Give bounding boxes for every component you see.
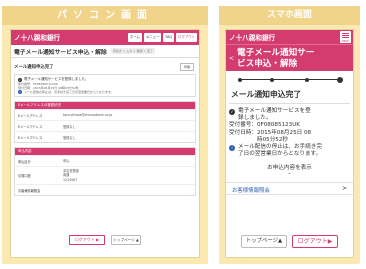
arrow-right-icon: ▶: [96, 237, 100, 242]
table-row: 申込区分 申込: [15, 155, 195, 166]
sp-title-bar: < 電子メール通知サー ビス申込・解除: [226, 44, 353, 71]
table-row: Eメールアドレス 登録なし: [15, 120, 195, 131]
pc-screen-panel: パソコン画面 ノ十八親和銀行 ホーム メニュー FAQ ログアウト 電子メール通…: [2, 6, 208, 264]
step-dot-current: [338, 77, 342, 82]
receipt-time-cont: 時05分52秒: [257, 136, 289, 143]
home-button[interactable]: ホーム: [127, 33, 142, 42]
top-page-label: トップページ: [245, 238, 279, 244]
step-indicator: 手続き > 入力 > 確認 > 完了: [110, 48, 156, 54]
chevron-down-icon[interactable]: ⌄: [226, 171, 353, 176]
row-label: Eメールアドレス: [18, 135, 43, 140]
row-value-line: 1234567: [63, 177, 78, 182]
application-detail-header: 申込内容: [15, 148, 195, 155]
row-label: 申込区分: [18, 159, 31, 164]
back-chevron-icon[interactable]: <: [229, 55, 234, 62]
application-detail-box: 申込内容 申込区分 申込 引落口座 本店営業部 普通 1234567 お客様情報…: [14, 147, 196, 196]
row-label: お客様情報照会: [18, 188, 41, 193]
top-page-button[interactable]: トップページ▲: [241, 235, 287, 248]
row-label: 引落口座: [18, 174, 31, 178]
print-button[interactable]: 印刷: [179, 63, 194, 71]
step-indicator: [226, 71, 353, 87]
receipt-number: 受付番号：0F08085123UK: [229, 122, 300, 129]
row-value: 登録なし: [63, 124, 76, 129]
sp-screen-panel: スマホ画面 ノ十八親和銀行 MENU < 電子メール通知サー ビス申込・解除 メ…: [219, 6, 360, 264]
receipt-time: 受付日時：2015年08月25日 08: [229, 129, 312, 136]
logout-label: ログアウト: [74, 237, 95, 242]
arrow-up-icon: ▲: [135, 238, 139, 242]
section-title: メール通知申込完了 印刷: [14, 63, 196, 72]
menu-label: MENU: [341, 40, 350, 43]
email-status-box: Eメールアドレスの登録状況 Eメールアドレス taro.shinwa@shinw…: [14, 101, 196, 143]
bank-logo-mark-icon: ノ: [229, 34, 236, 42]
logout-label: ログアウト: [297, 238, 328, 245]
bank-logo-text: 十八親和銀行: [20, 34, 61, 42]
pc-bottom-buttons: ログアウト ▶ トップページ ▲: [11, 235, 199, 245]
completion-text: 電子メール通知サービスを登 録しました。: [238, 108, 311, 122]
step-dot: [238, 77, 242, 82]
arrow-right-icon: ▶: [327, 238, 333, 245]
info-icon: i: [18, 90, 22, 94]
pc-top-bar: ノ十八親和銀行 ホーム メニュー FAQ ログアウト: [11, 30, 199, 45]
step-dot: [305, 77, 309, 82]
notice-message: i メール配信の停止は、お手続き完 了日の翌営業日からとなります。: [229, 144, 350, 158]
email-status-header: Eメールアドレスの登録状況: [15, 102, 195, 109]
row-label: Eメールアドレス: [18, 124, 43, 129]
sp-bottom-buttons: トップページ▲ ログアウト▶: [226, 235, 353, 248]
notice-message: i メール配信の停止は、お手続き完了日の翌営業日からとなります。: [18, 90, 192, 94]
logout-button-top[interactable]: ログアウト: [176, 33, 197, 42]
chevron-right-icon: >: [341, 185, 347, 193]
completion-message-box: ✓ 電子メール通知サービスを登録しました。 受付番号：0F080805123UK…: [14, 74, 196, 97]
pc-title-bar: 電子メール通知サービス申込・解除 手続き > 入力 > 確認 > 完了: [11, 45, 199, 58]
menu-button[interactable]: メニュー: [143, 33, 162, 42]
page-title: 電子メール通知サー ビス申込・解除: [237, 48, 314, 69]
top-page-label: トップページ: [113, 238, 135, 242]
info-icon: i: [229, 145, 235, 152]
page-title: 電子メール通知サービス申込・解除: [14, 49, 107, 56]
notice-text: メール配信の停止は、お手続き完 了日の翌営業日からとなります。: [238, 144, 322, 158]
bank-logo[interactable]: ノ十八親和銀行: [14, 32, 60, 42]
check-icon: ✓: [18, 77, 22, 82]
logout-button[interactable]: ログアウト ▶: [69, 235, 105, 245]
hamburger-icon: [342, 33, 349, 38]
completion-message: ✓ 電子メール通知サービスを登 録しました。: [229, 108, 350, 122]
section-title-text: メール通知申込完了: [14, 65, 54, 70]
top-page-button[interactable]: トップページ ▲: [111, 235, 141, 245]
logout-button[interactable]: ログアウト▶: [292, 235, 338, 248]
row-value: 本店営業部 普通 1234567: [63, 169, 79, 182]
notice-text: メール配信の停止は、お手続き完了日の翌営業日からとなります。: [24, 90, 114, 94]
notice-text-line: 了日の翌営業日からとなります。: [238, 151, 322, 158]
pc-top-nav: ホーム メニュー FAQ ログアウト: [127, 33, 197, 42]
table-row: お客様情報照会: [15, 184, 195, 195]
bank-logo[interactable]: ノ十八親和銀行: [229, 32, 275, 42]
hamburger-menu-button[interactable]: MENU: [340, 31, 351, 43]
bank-logo-mark-icon: ノ: [14, 34, 21, 42]
sp-panel-header: スマホ画面: [219, 6, 360, 25]
table-row: Eメールアドレス 登録なし: [15, 131, 195, 142]
customer-info-label: お客様情報照会: [232, 188, 270, 195]
pc-panel-header: パソコン画面: [2, 6, 208, 25]
arrow-up-icon: ▲: [278, 238, 283, 244]
completion-info: ✓ 電子メール通知サービスを登 録しました。 受付番号：0F08085123UK…: [229, 108, 350, 158]
page-title-line: ビス申込・解除: [237, 58, 298, 69]
row-value-line: 申込: [63, 158, 70, 163]
sp-screenshot: ノ十八親和銀行 MENU < 電子メール通知サー ビス申込・解除 メール通知申込…: [225, 29, 354, 258]
pc-screenshot: ノ十八親和銀行 ホーム メニュー FAQ ログアウト 電子メール通知サービス申込…: [10, 29, 200, 258]
row-value: 登録なし: [63, 135, 76, 140]
table-row: 引落口座 本店営業部 普通 1234567: [15, 166, 195, 184]
customer-info-link[interactable]: お客様情報照会 >: [226, 182, 353, 196]
row-value: taro.shinwa@shinwabank.co.jp: [63, 113, 113, 117]
row-label: Eメールアドレス: [18, 113, 43, 118]
section-title: メール通知申込完了: [229, 87, 350, 104]
table-row: Eメールアドレス taro.shinwa@shinwabank.co.jp: [15, 109, 195, 120]
sp-top-bar: ノ十八親和銀行 MENU: [226, 30, 353, 44]
step-line: [240, 79, 339, 80]
faq-button[interactable]: FAQ: [163, 33, 175, 42]
bank-logo-text: 十八親和銀行: [235, 34, 276, 42]
page-title-line: 電子メール通知サー: [237, 48, 315, 58]
step-dot: [270, 77, 274, 82]
check-icon: ✓: [229, 109, 235, 115]
row-value: 申込: [63, 159, 69, 163]
